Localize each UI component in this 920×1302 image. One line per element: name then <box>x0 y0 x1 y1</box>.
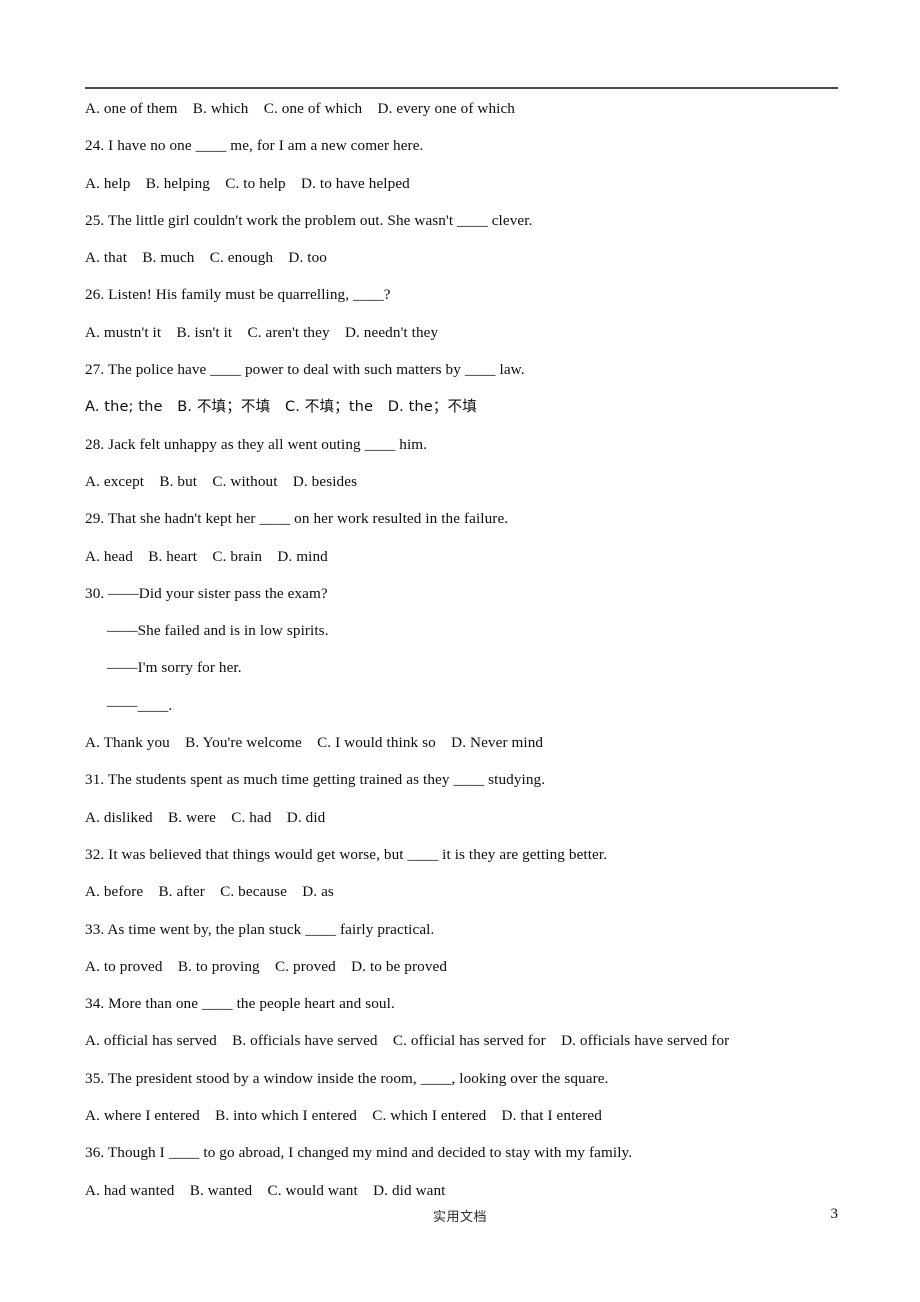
options-line: A. disliked B. were C. had D. did <box>85 808 326 826</box>
page-footer: 实用文档 3 <box>0 1206 920 1236</box>
dialogue-line: ——____. <box>107 696 173 714</box>
page-number: 3 <box>830 1206 839 1222</box>
dialogue-line: ——She failed and is in low spirits. <box>107 622 329 640</box>
options-line: A. Thank you B. You're welcome C. I woul… <box>85 734 544 752</box>
question-stem: 35. The president stood by a window insi… <box>85 1069 609 1087</box>
question-stem: 29. That she hadn't kept her ____ on her… <box>85 510 509 528</box>
options-line: A. help B. helping C. to help D. to have… <box>85 174 410 192</box>
document-body: A. one of them B. which C. one of which … <box>85 90 845 1209</box>
question-stem: 31. The students spent as much time gett… <box>85 771 546 789</box>
options-line: A. that B. much C. enough D. too <box>85 249 327 267</box>
options-line: A. mustn't it B. isn't it C. aren't they… <box>85 323 439 341</box>
options-line: A. head B. heart C. brain D. mind <box>85 547 328 565</box>
header-rule <box>85 87 838 89</box>
question-stem: 33. As time went by, the plan stuck ____… <box>85 920 435 938</box>
question-stem: 32. It was believed that things would ge… <box>85 845 608 863</box>
question-stem: 30. ——Did your sister pass the exam? <box>85 584 328 602</box>
options-line: A. official has served B. officials have… <box>85 1032 730 1050</box>
footer-label: 实用文档 <box>432 1210 487 1225</box>
options-line: A. had wanted B. wanted C. would want D.… <box>85 1181 446 1199</box>
question-stem: 26. Listen! His family must be quarrelli… <box>85 286 391 304</box>
question-stem: 24. I have no one ____ me, for I am a ne… <box>85 137 424 155</box>
question-stem: 34. More than one ____ the people heart … <box>85 995 395 1013</box>
question-stem: 27. The police have ____ power to deal w… <box>85 361 525 379</box>
options-line: A. the; the B. 不填；不填 C. 不填；the D. the；不填 <box>85 398 477 416</box>
question-stem: 28. Jack felt unhappy as they all went o… <box>85 435 428 453</box>
document-page: A. one of them B. which C. one of which … <box>0 0 920 1302</box>
options-line: A. where I entered B. into which I enter… <box>85 1107 602 1125</box>
options-line: A. before B. after C. because D. as <box>85 883 334 901</box>
options-line: A. to proved B. to proving C. proved D. … <box>85 957 448 975</box>
options-line: A. except B. but C. without D. besides <box>85 472 358 490</box>
question-stem: 25. The little girl couldn't work the pr… <box>85 211 533 229</box>
question-stem: 36. Though I ____ to go abroad, I change… <box>85 1144 633 1162</box>
dialogue-line: ——I'm sorry for her. <box>107 659 242 677</box>
options-line: A. one of them B. which C. one of which … <box>85 100 515 117</box>
